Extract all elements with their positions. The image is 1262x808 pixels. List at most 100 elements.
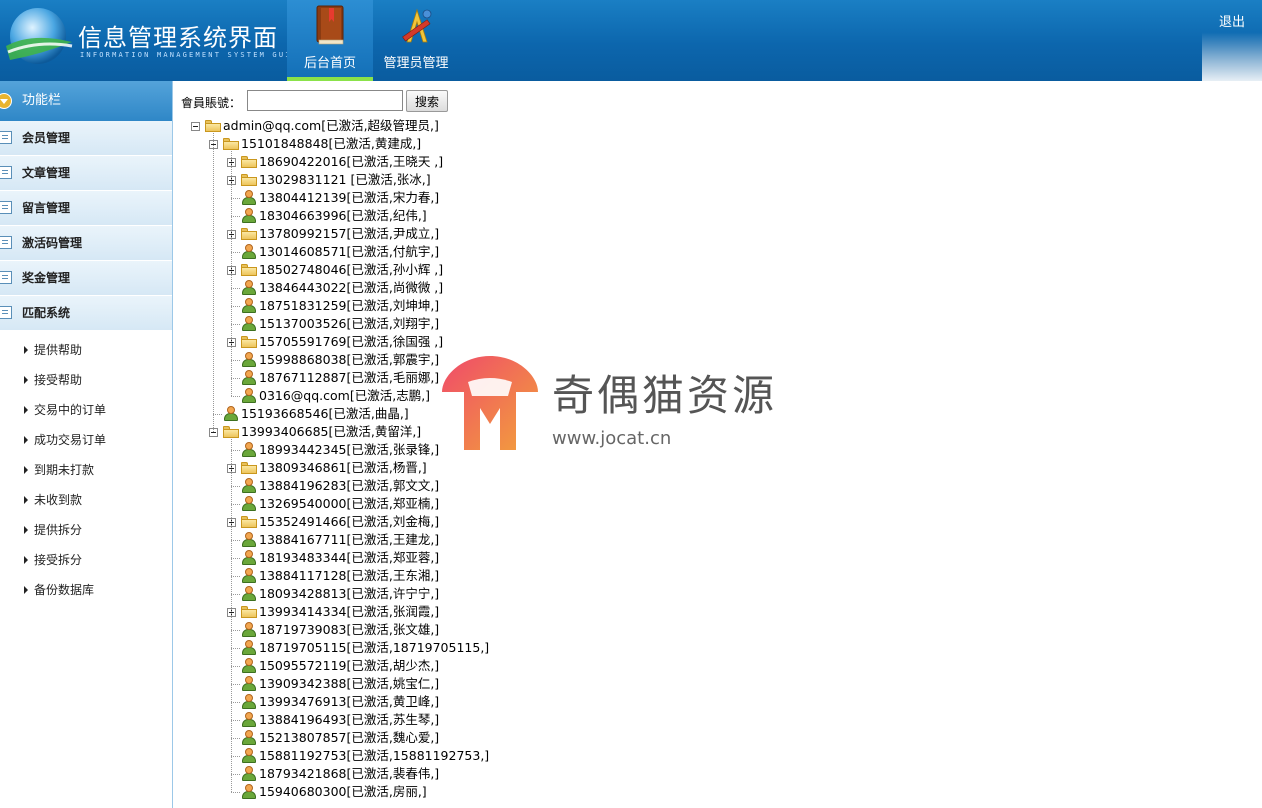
user-icon (242, 784, 256, 799)
menu-label: 留言管理 (22, 201, 71, 215)
user-icon (242, 730, 256, 745)
submenu-list: 提供帮助 接受帮助 交易中的订单 成功交易订单 到期未打款 未收到款 提供拆分 … (0, 331, 172, 605)
tree-node-label: 13884167711[已激活,王建龙,] (259, 532, 440, 547)
tree-node-label: 0316@qq.com[已激活,志鹏,] (259, 388, 431, 403)
menu-activation-code-manage[interactable]: 激活码管理 (0, 226, 172, 261)
logout-link[interactable]: 退出 (1219, 11, 1245, 30)
caret-right-icon (24, 436, 28, 444)
nav-admin-manage-label: 管理员管理 (383, 56, 449, 71)
tree-connector (231, 151, 232, 396)
nav-admin-manage[interactable]: 管理员管理 (373, 0, 459, 81)
user-icon (242, 352, 256, 367)
submenu-trading-orders[interactable]: 交易中的订单 (0, 395, 172, 425)
user-icon (242, 532, 256, 547)
caret-right-icon (24, 376, 28, 384)
member-account-input[interactable] (247, 90, 403, 111)
tree-node-label: 13029831121 [已激活,张冰,] (259, 172, 431, 187)
tree-node-label: 15101848848[已激活,黄建成,] (241, 136, 422, 151)
tools-icon (402, 8, 432, 43)
tree-connector (231, 540, 240, 541)
tree-connector (231, 684, 240, 685)
tree-node-label: 15213807857[已激活,魏心爱,] (259, 730, 440, 745)
tree-connector (231, 666, 240, 667)
tree-connector (231, 792, 240, 793)
submenu-accept-help[interactable]: 接受帮助 (0, 365, 172, 395)
note-icon (0, 201, 12, 214)
nav-home[interactable]: 后台首页 (287, 0, 373, 81)
user-icon (242, 766, 256, 781)
tree-connector (231, 504, 240, 505)
user-icon (242, 388, 256, 403)
calendar-icon (0, 236, 12, 249)
user-icon (242, 298, 256, 313)
folder-icon (241, 174, 257, 186)
menu-member-manage[interactable]: 会员管理 (0, 121, 172, 156)
tree-connector (231, 648, 240, 649)
menu-matching-system[interactable]: 匹配系统 (0, 296, 172, 331)
tree-node-label: 13804412139[已激活,宋力春,] (259, 190, 440, 205)
submenu-not-received[interactable]: 未收到款 (0, 485, 172, 515)
tree-connector (231, 774, 240, 775)
submenu-label: 接受拆分 (34, 553, 83, 567)
folder-icon (241, 516, 257, 528)
tree-node-label: 18719739083[已激活,张文雄,] (259, 622, 440, 637)
tree-node-label: 15940680300[已激活,房丽,] (259, 784, 427, 799)
user-icon (242, 442, 256, 457)
tree-connector (231, 252, 240, 253)
nav-home-label: 后台首页 (303, 56, 356, 71)
user-icon (224, 406, 238, 421)
user-icon (242, 316, 256, 331)
submenu-label: 到期未打款 (34, 463, 95, 477)
submenu-completed-orders[interactable]: 成功交易订单 (0, 425, 172, 455)
tree-node-label: admin@qq.com[已激活,超级管理员,] (223, 118, 439, 133)
folder-icon (205, 120, 221, 132)
submenu-label: 备份数据库 (34, 583, 95, 597)
tree-connector (231, 439, 232, 792)
tree-node-label: 13993414334[已激活,张润霞,] (259, 604, 440, 619)
caret-right-icon (24, 466, 28, 474)
calendar-icon (0, 271, 12, 284)
folder-icon (241, 606, 257, 618)
folder-icon (241, 462, 257, 474)
user-icon (242, 712, 256, 727)
tree-node-label: 13993476913[已激活,黄卫峰,] (259, 694, 440, 709)
book-icon (316, 5, 344, 45)
tree-node-label: 13884117128[已激活,王东湘,] (259, 568, 440, 583)
sidebar-menu: 会员管理 文章管理 留言管理 激活码管理 奖金管理 匹配系统 (0, 121, 172, 331)
submenu-accept-split[interactable]: 接受拆分 (0, 545, 172, 575)
calendar-icon (0, 306, 12, 319)
folder-icon (241, 264, 257, 276)
user-icon (242, 694, 256, 709)
collapse-toggle-icon[interactable] (191, 122, 200, 131)
tree-node-label: 18793421868[已激活,裴春伟,] (259, 766, 440, 781)
search-label: 會員賬號： (181, 96, 242, 110)
tree-node-label: 13909342388[已激活,姚宝仁,] (259, 676, 440, 691)
tree-connector (231, 720, 240, 721)
user-icon (242, 676, 256, 691)
menu-label: 奖金管理 (22, 271, 71, 285)
tree-connector (231, 324, 240, 325)
tree-node-label: 13993406685[已激活,黄留洋,] (241, 424, 422, 439)
tree-connector (231, 306, 240, 307)
submenu-backup-database[interactable]: 备份数据库 (0, 575, 172, 605)
menu-bonus-manage[interactable]: 奖金管理 (0, 261, 172, 296)
tree-node-label: 15881192753[已激活,15881192753,] (259, 748, 490, 763)
caret-right-icon (24, 556, 28, 564)
user-icon (242, 244, 256, 259)
submenu-label: 成功交易订单 (34, 433, 107, 447)
tree-connector (213, 414, 222, 415)
tree-node-label: 13846443022[已激活,尚微微 ,] (259, 280, 444, 295)
search-button[interactable]: 搜索 (406, 90, 448, 112)
submenu-overdue-unpaid[interactable]: 到期未打款 (0, 455, 172, 485)
menu-article-manage[interactable]: 文章管理 (0, 156, 172, 191)
tree-node-label: 18719705115[已激活,18719705115,] (259, 640, 490, 655)
submenu-provide-help[interactable]: 提供帮助 (0, 335, 172, 365)
tree-connector (231, 738, 240, 739)
tree-connector (231, 576, 240, 577)
chevron-down-icon (0, 93, 12, 109)
menu-message-manage[interactable]: 留言管理 (0, 191, 172, 226)
tree-node-label: 18751831259[已激活,刘坤坤,] (259, 298, 440, 313)
caret-right-icon (24, 406, 28, 414)
tree-connector (231, 594, 240, 595)
submenu-provide-split[interactable]: 提供拆分 (0, 515, 172, 545)
